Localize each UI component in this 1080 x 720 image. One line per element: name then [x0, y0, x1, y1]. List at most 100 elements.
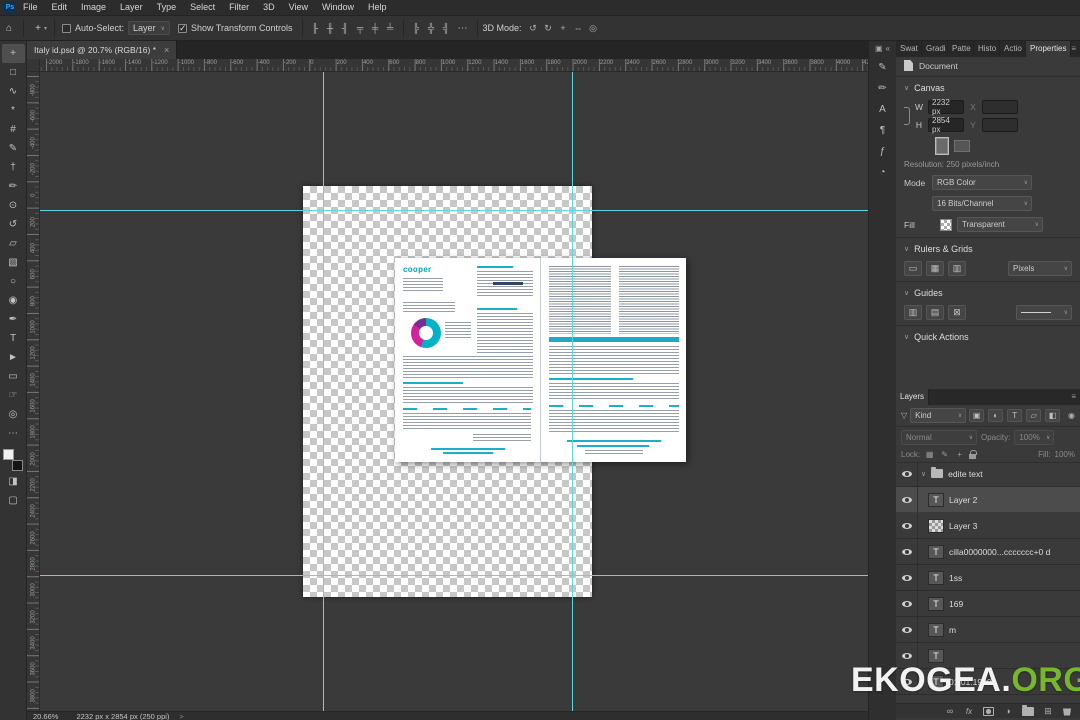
- guide-vertical[interactable]: [572, 72, 573, 711]
- healing-brush-tool[interactable]: †: [2, 158, 25, 177]
- brush-tool[interactable]: ✏: [2, 177, 25, 196]
- edit-toolbar-icon[interactable]: ⋯: [2, 424, 25, 443]
- visibility-eye-icon[interactable]: [896, 591, 918, 616]
- panel-tab[interactable]: Gradi: [922, 41, 948, 57]
- 3d-slide-icon[interactable]: ⇔: [571, 23, 586, 34]
- guide-horizontal[interactable]: [40, 575, 868, 576]
- menu-item[interactable]: View: [282, 0, 315, 15]
- distribute-center-icon[interactable]: ╬: [424, 23, 439, 33]
- marquee-tool[interactable]: □: [2, 63, 25, 82]
- layer-row[interactable]: ∨ T Layer 2: [896, 487, 1080, 513]
- section-guides[interactable]: ∨ Guides: [896, 284, 1080, 302]
- layer-row[interactable]: ∨ T 1ss: [896, 565, 1080, 591]
- quick-selection-tool[interactable]: *: [2, 101, 25, 120]
- eyedropper-tool[interactable]: ✎: [2, 139, 25, 158]
- menu-item[interactable]: Type: [150, 0, 184, 15]
- align-middle-icon[interactable]: ╪: [368, 23, 383, 33]
- layer-group-icon[interactable]: [1022, 704, 1034, 716]
- visibility-eye-icon[interactable]: [896, 487, 918, 512]
- fill-value[interactable]: 100%: [1055, 450, 1075, 459]
- layer-row[interactable]: ∨ Layer 3: [896, 513, 1080, 539]
- eraser-tool[interactable]: ▱: [2, 234, 25, 253]
- layer-filter-kind-dropdown[interactable]: Kind: [910, 408, 967, 423]
- move-tool[interactable]: +: [1, 44, 25, 63]
- lock-all-icon[interactable]: [969, 450, 978, 459]
- section-canvas[interactable]: ∨ Canvas: [896, 79, 1080, 97]
- lock-pixels-icon[interactable]: ✎: [939, 450, 950, 459]
- more-options-icon[interactable]: ⋯: [454, 23, 472, 34]
- layer-row[interactable]: ∨ T cilla0000000...ccccccc+0 d: [896, 539, 1080, 565]
- width-field[interactable]: 2232 px: [928, 98, 964, 116]
- 3d-orbit-icon[interactable]: ↺: [526, 23, 541, 34]
- menu-item[interactable]: Help: [361, 0, 394, 15]
- show-transform-checkbox[interactable]: [177, 23, 187, 34]
- tab-properties[interactable]: Properties: [1026, 41, 1072, 57]
- tool-preset-chevron-icon[interactable]: ▾: [44, 25, 47, 32]
- pen-tool[interactable]: ✒: [2, 310, 25, 329]
- section-quick-actions[interactable]: ∨ Quick Actions: [896, 328, 1080, 346]
- panel-tab[interactable]: Histo: [974, 41, 1000, 57]
- panel-tab[interactable]: Actio: [1000, 41, 1026, 57]
- layer-row[interactable]: ∨ T m: [896, 617, 1080, 643]
- auto-select-checkbox[interactable]: [62, 23, 72, 33]
- dodge-tool[interactable]: ◉: [2, 291, 25, 310]
- panel-menu-icon[interactable]: ≡: [1071, 41, 1080, 57]
- lock-guides-icon[interactable]: ▤: [926, 305, 944, 320]
- menu-item[interactable]: Image: [74, 0, 113, 15]
- fill-swatch[interactable]: [940, 218, 952, 231]
- bit-depth-dropdown[interactable]: 16 Bits/Channel: [932, 196, 1032, 211]
- adjustment-layer-icon[interactable]: ◑: [1003, 706, 1013, 716]
- pixel-grid-icon[interactable]: ▥: [948, 261, 966, 276]
- align-top-icon[interactable]: ╤: [353, 23, 368, 33]
- lock-transparency-icon[interactable]: ▦: [924, 450, 935, 459]
- hand-tool[interactable]: ☞: [2, 386, 25, 405]
- layer-name[interactable]: Layer 3: [949, 521, 977, 531]
- lasso-tool[interactable]: ∿: [2, 82, 25, 101]
- layer-mask-icon[interactable]: [983, 706, 994, 716]
- brushes-panel-icon[interactable]: ✏: [872, 78, 894, 99]
- background-color-swatch[interactable]: [12, 460, 23, 471]
- visibility-eye-icon[interactable]: [896, 565, 918, 590]
- menu-item[interactable]: 3D: [256, 0, 282, 15]
- layer-effects-icon[interactable]: fx: [964, 707, 974, 716]
- tab-layers[interactable]: Layers: [896, 389, 930, 405]
- character-panel-icon[interactable]: A: [872, 99, 894, 120]
- filter-type-layers-icon[interactable]: T: [1007, 409, 1023, 422]
- blur-tool[interactable]: ○: [2, 272, 25, 291]
- home-icon[interactable]: ⌂: [0, 23, 18, 34]
- 3d-drag-icon[interactable]: +: [556, 23, 571, 34]
- pasteboard[interactable]: cooper: [40, 72, 868, 711]
- guide-style-dropdown[interactable]: [1016, 305, 1072, 320]
- ruler-origin[interactable]: [27, 59, 40, 72]
- zoom-tool[interactable]: ◎: [2, 405, 25, 424]
- 3d-roll-icon[interactable]: ↻: [541, 23, 556, 34]
- align-right-icon[interactable]: ╢: [338, 23, 353, 33]
- menu-item[interactable]: Layer: [113, 0, 150, 15]
- group-expand-icon[interactable]: ∨: [921, 470, 926, 478]
- units-dropdown[interactable]: Pixels: [1008, 261, 1072, 276]
- history-brush-tool[interactable]: ↺: [2, 215, 25, 234]
- new-guide-layout-icon[interactable]: ▥: [904, 305, 922, 320]
- type-tool[interactable]: T: [2, 329, 25, 348]
- collapse-panels-icon[interactable]: «: [886, 44, 890, 53]
- link-layers-icon[interactable]: ∞: [945, 706, 955, 716]
- color-swatches[interactable]: [1, 448, 25, 472]
- opacity-dropdown[interactable]: 100%: [1014, 430, 1055, 445]
- menu-item[interactable]: Select: [183, 0, 222, 15]
- blend-mode-dropdown[interactable]: Normal: [901, 430, 977, 445]
- panel-tab[interactable]: Swat: [896, 41, 922, 57]
- layer-name[interactable]: cilla0000000...ccccccc+0 d: [949, 547, 1050, 557]
- ruler-icon[interactable]: ▭: [904, 261, 922, 276]
- layer-name[interactable]: 1ss: [949, 573, 962, 583]
- new-layer-icon[interactable]: ⊞: [1043, 706, 1053, 717]
- visibility-eye-icon[interactable]: [896, 617, 918, 642]
- workspace-icon[interactable]: ▣: [875, 44, 883, 53]
- align-bottom-icon[interactable]: ╧: [383, 23, 398, 33]
- zoom-level-field[interactable]: 20.66%: [33, 712, 58, 720]
- menu-item[interactable]: Window: [315, 0, 361, 15]
- menu-item[interactable]: Edit: [45, 0, 75, 15]
- guide-vertical[interactable]: [323, 72, 324, 711]
- foreground-color-swatch[interactable]: [3, 449, 14, 460]
- ruler-top[interactable]: -2000 -1800 -1600 -1400 -1200 -1000 -800 -600 -4…: [40, 59, 868, 72]
- align-center-horizontal-icon[interactable]: ╫: [323, 23, 338, 33]
